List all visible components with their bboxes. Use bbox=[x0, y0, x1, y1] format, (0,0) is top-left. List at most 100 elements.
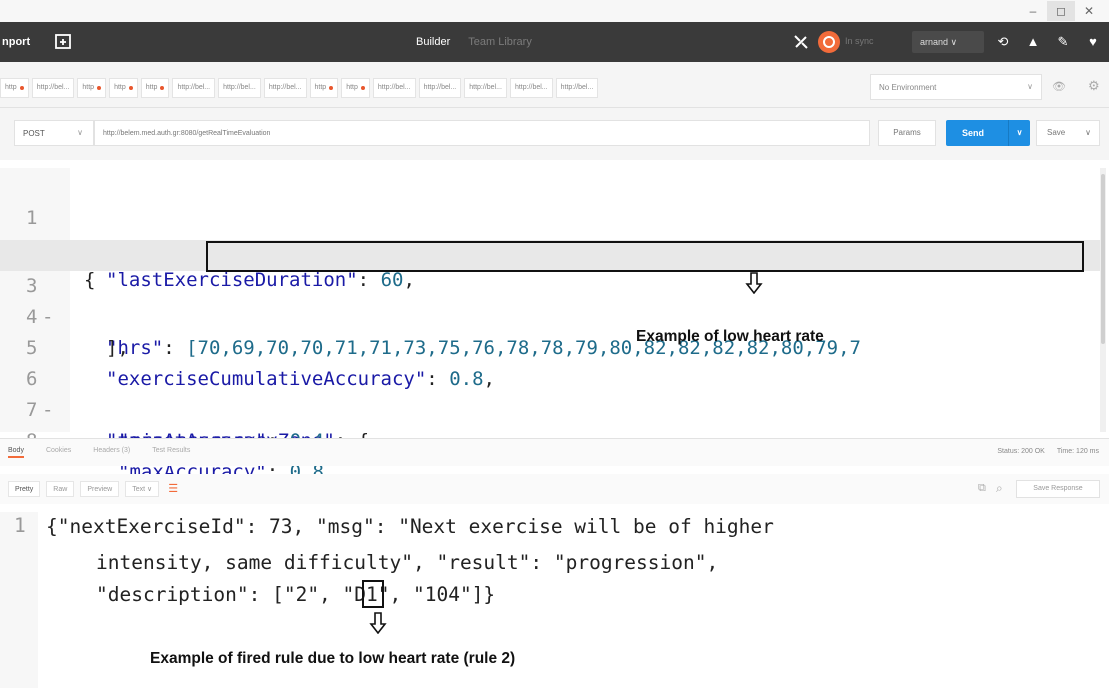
close-button[interactable]: ✕ bbox=[1075, 1, 1103, 21]
chevron-down-icon: ∨ bbox=[1085, 128, 1091, 137]
request-tab[interactable]: http bbox=[109, 78, 138, 98]
annotation-low-heart-rate: Example of low heart rate bbox=[636, 328, 824, 345]
highlight-box-rule bbox=[362, 580, 384, 608]
request-tab[interactable]: http bbox=[77, 78, 107, 98]
sync-status: In sync bbox=[845, 36, 874, 46]
request-tab[interactable]: http://bel... bbox=[218, 78, 261, 98]
response-body[interactable]: 1 {"nextExerciseId": 73, "msg": "Next ex… bbox=[0, 512, 1109, 688]
chevron-down-icon: ∨ bbox=[77, 128, 83, 137]
request-tab[interactable]: http bbox=[0, 78, 29, 98]
request-tab[interactable]: http bbox=[309, 78, 339, 98]
eye-icon[interactable]: 👁 bbox=[1052, 80, 1066, 93]
preview-button[interactable]: Preview bbox=[80, 481, 120, 497]
request-tab[interactable]: http://bel... bbox=[172, 78, 216, 98]
unsaved-dot-icon bbox=[329, 86, 334, 90]
response-line: {"nextExerciseId": 73, "msg": "Next exer… bbox=[46, 515, 774, 538]
request-tab[interactable]: http://bel... bbox=[555, 78, 599, 98]
params-button[interactable]: Params bbox=[878, 120, 936, 146]
chevron-down-icon[interactable]: ∨ bbox=[1008, 120, 1030, 146]
request-tab-label: http://bel... bbox=[514, 84, 548, 91]
annotation-fired-rule: Example of fired rule due to low heart r… bbox=[150, 650, 516, 667]
tab-body[interactable]: Body bbox=[8, 447, 24, 458]
search-icon[interactable]: ⌕ bbox=[996, 481, 1003, 496]
pretty-button[interactable]: Pretty bbox=[8, 481, 41, 497]
header-icons: ⟲ ▲ ✎ ♥ bbox=[994, 33, 1102, 51]
response-line: "description": ["2", "D1", "104"]} bbox=[96, 583, 496, 606]
wrap-lines-icon[interactable]: ☰ bbox=[165, 481, 181, 497]
response-time: Time: 120 ms bbox=[1056, 448, 1099, 455]
request-tab-label: http://bel... bbox=[177, 84, 211, 91]
import-button[interactable]: nport bbox=[0, 22, 30, 62]
unsaved-dot-icon bbox=[160, 86, 165, 90]
sync-icon[interactable] bbox=[818, 31, 840, 53]
method-select[interactable]: POST ∨ bbox=[14, 120, 94, 146]
tab-test-results[interactable]: Test Results bbox=[152, 447, 190, 458]
tab-team-library[interactable]: Team Library bbox=[468, 36, 532, 48]
request-tab[interactable]: http://bel... bbox=[31, 78, 75, 98]
request-tab[interactable]: http://bel... bbox=[464, 78, 507, 98]
environment-label: No Environment bbox=[879, 83, 937, 92]
code-line: 8 "maxAccuracy": 0.8 bbox=[0, 395, 1100, 483]
tab-cookies[interactable]: Cookies bbox=[46, 447, 71, 458]
code-line: 1 - { bbox=[0, 172, 1100, 291]
arrow-down-icon bbox=[745, 272, 763, 294]
request-tab-label: http bbox=[145, 84, 158, 91]
status-code: Status: 200 OK bbox=[997, 448, 1045, 455]
unsaved-dot-icon bbox=[360, 86, 365, 90]
response-line: intensity, same difficulty", "result": "… bbox=[96, 551, 719, 574]
unsaved-dot-icon bbox=[97, 86, 102, 90]
raw-button[interactable]: Raw bbox=[46, 481, 75, 497]
request-tab-label: http://bel... bbox=[560, 84, 594, 91]
request-body-editor[interactable]: 1 - { 2 "lastExerciseDuration": 60, 3 - … bbox=[0, 168, 1109, 483]
request-tab-label: http://bel... bbox=[469, 84, 502, 91]
maximize-button[interactable]: ◻ bbox=[1047, 1, 1075, 21]
user-menu[interactable]: arnand ∨ bbox=[912, 31, 984, 53]
request-tab-label: http://bel... bbox=[377, 84, 411, 91]
bell-icon[interactable]: ▲ bbox=[1024, 33, 1042, 51]
save-button[interactable]: Save ∨ bbox=[1036, 120, 1100, 146]
interceptor-icon[interactable]: ⟲ bbox=[994, 33, 1012, 51]
format-buttons: Pretty Raw Preview Text ∨ ☰ bbox=[8, 481, 181, 497]
copy-icon[interactable]: ⧉ bbox=[978, 482, 986, 495]
request-url-bar: POST ∨ http://belem.med.auth.gr:8080/get… bbox=[0, 108, 1109, 160]
editor-scrollbar[interactable] bbox=[1100, 168, 1106, 432]
request-tab[interactable]: http bbox=[140, 78, 170, 98]
gear-icon[interactable]: ⚙ bbox=[1088, 78, 1100, 94]
satellite-icon[interactable] bbox=[792, 33, 810, 51]
request-tab-label: http bbox=[314, 84, 327, 91]
window-titlebar: – ◻ ✕ bbox=[0, 0, 1109, 22]
request-tab[interactable]: http://bel... bbox=[418, 78, 462, 98]
request-tab[interactable]: http bbox=[341, 78, 370, 98]
minimize-button[interactable]: – bbox=[1019, 1, 1047, 21]
request-tab-label: http://bel... bbox=[268, 84, 302, 91]
response-gutter bbox=[0, 512, 38, 688]
unsaved-dot-icon bbox=[19, 86, 24, 90]
new-window-icon[interactable] bbox=[54, 32, 74, 52]
environment-select[interactable]: No Environment ∨ bbox=[870, 74, 1042, 100]
code-line: 7 "minAccuracy": 0.4, bbox=[0, 364, 1100, 452]
save-response-button[interactable]: Save Response bbox=[1016, 480, 1100, 498]
request-tab-label: http bbox=[346, 84, 358, 91]
response-status: Status: 200 OK Time: 120 ms bbox=[997, 448, 1099, 455]
unsaved-dot-icon bbox=[128, 86, 133, 90]
request-tab[interactable]: http://bel... bbox=[509, 78, 553, 98]
highlight-box-hrs bbox=[206, 241, 1084, 272]
wrench-icon[interactable]: ✎ bbox=[1054, 33, 1072, 51]
line-number: 1 bbox=[14, 514, 26, 537]
heart-icon[interactable]: ♥ bbox=[1084, 33, 1102, 51]
format-type-select[interactable]: Text ∨ bbox=[125, 481, 160, 497]
method-label: POST bbox=[23, 129, 45, 138]
tab-headers[interactable]: Headers (3) bbox=[93, 447, 130, 458]
send-button[interactable]: Send ∨ bbox=[946, 120, 1030, 146]
request-tabs: http http://bel... http http http http://bel.… bbox=[0, 78, 599, 98]
request-tab[interactable]: http://bel... bbox=[263, 78, 307, 98]
send-label: Send bbox=[962, 128, 985, 138]
tab-builder[interactable]: Builder bbox=[416, 36, 450, 48]
request-tab-label: http://bel... bbox=[423, 84, 457, 91]
header-tabs: Builder Team Library bbox=[416, 22, 532, 62]
request-tab[interactable]: http://bel... bbox=[372, 78, 416, 98]
request-tab-label: http bbox=[5, 84, 17, 91]
code-line: 6 - "targetAccuracyZone": { bbox=[0, 333, 1100, 452]
url-input[interactable]: http://belem.med.auth.gr:8080/getRealTim… bbox=[94, 120, 870, 146]
response-format-bar: Pretty Raw Preview Text ∨ ☰ ⧉ ⌕ Save Res… bbox=[0, 474, 1109, 504]
